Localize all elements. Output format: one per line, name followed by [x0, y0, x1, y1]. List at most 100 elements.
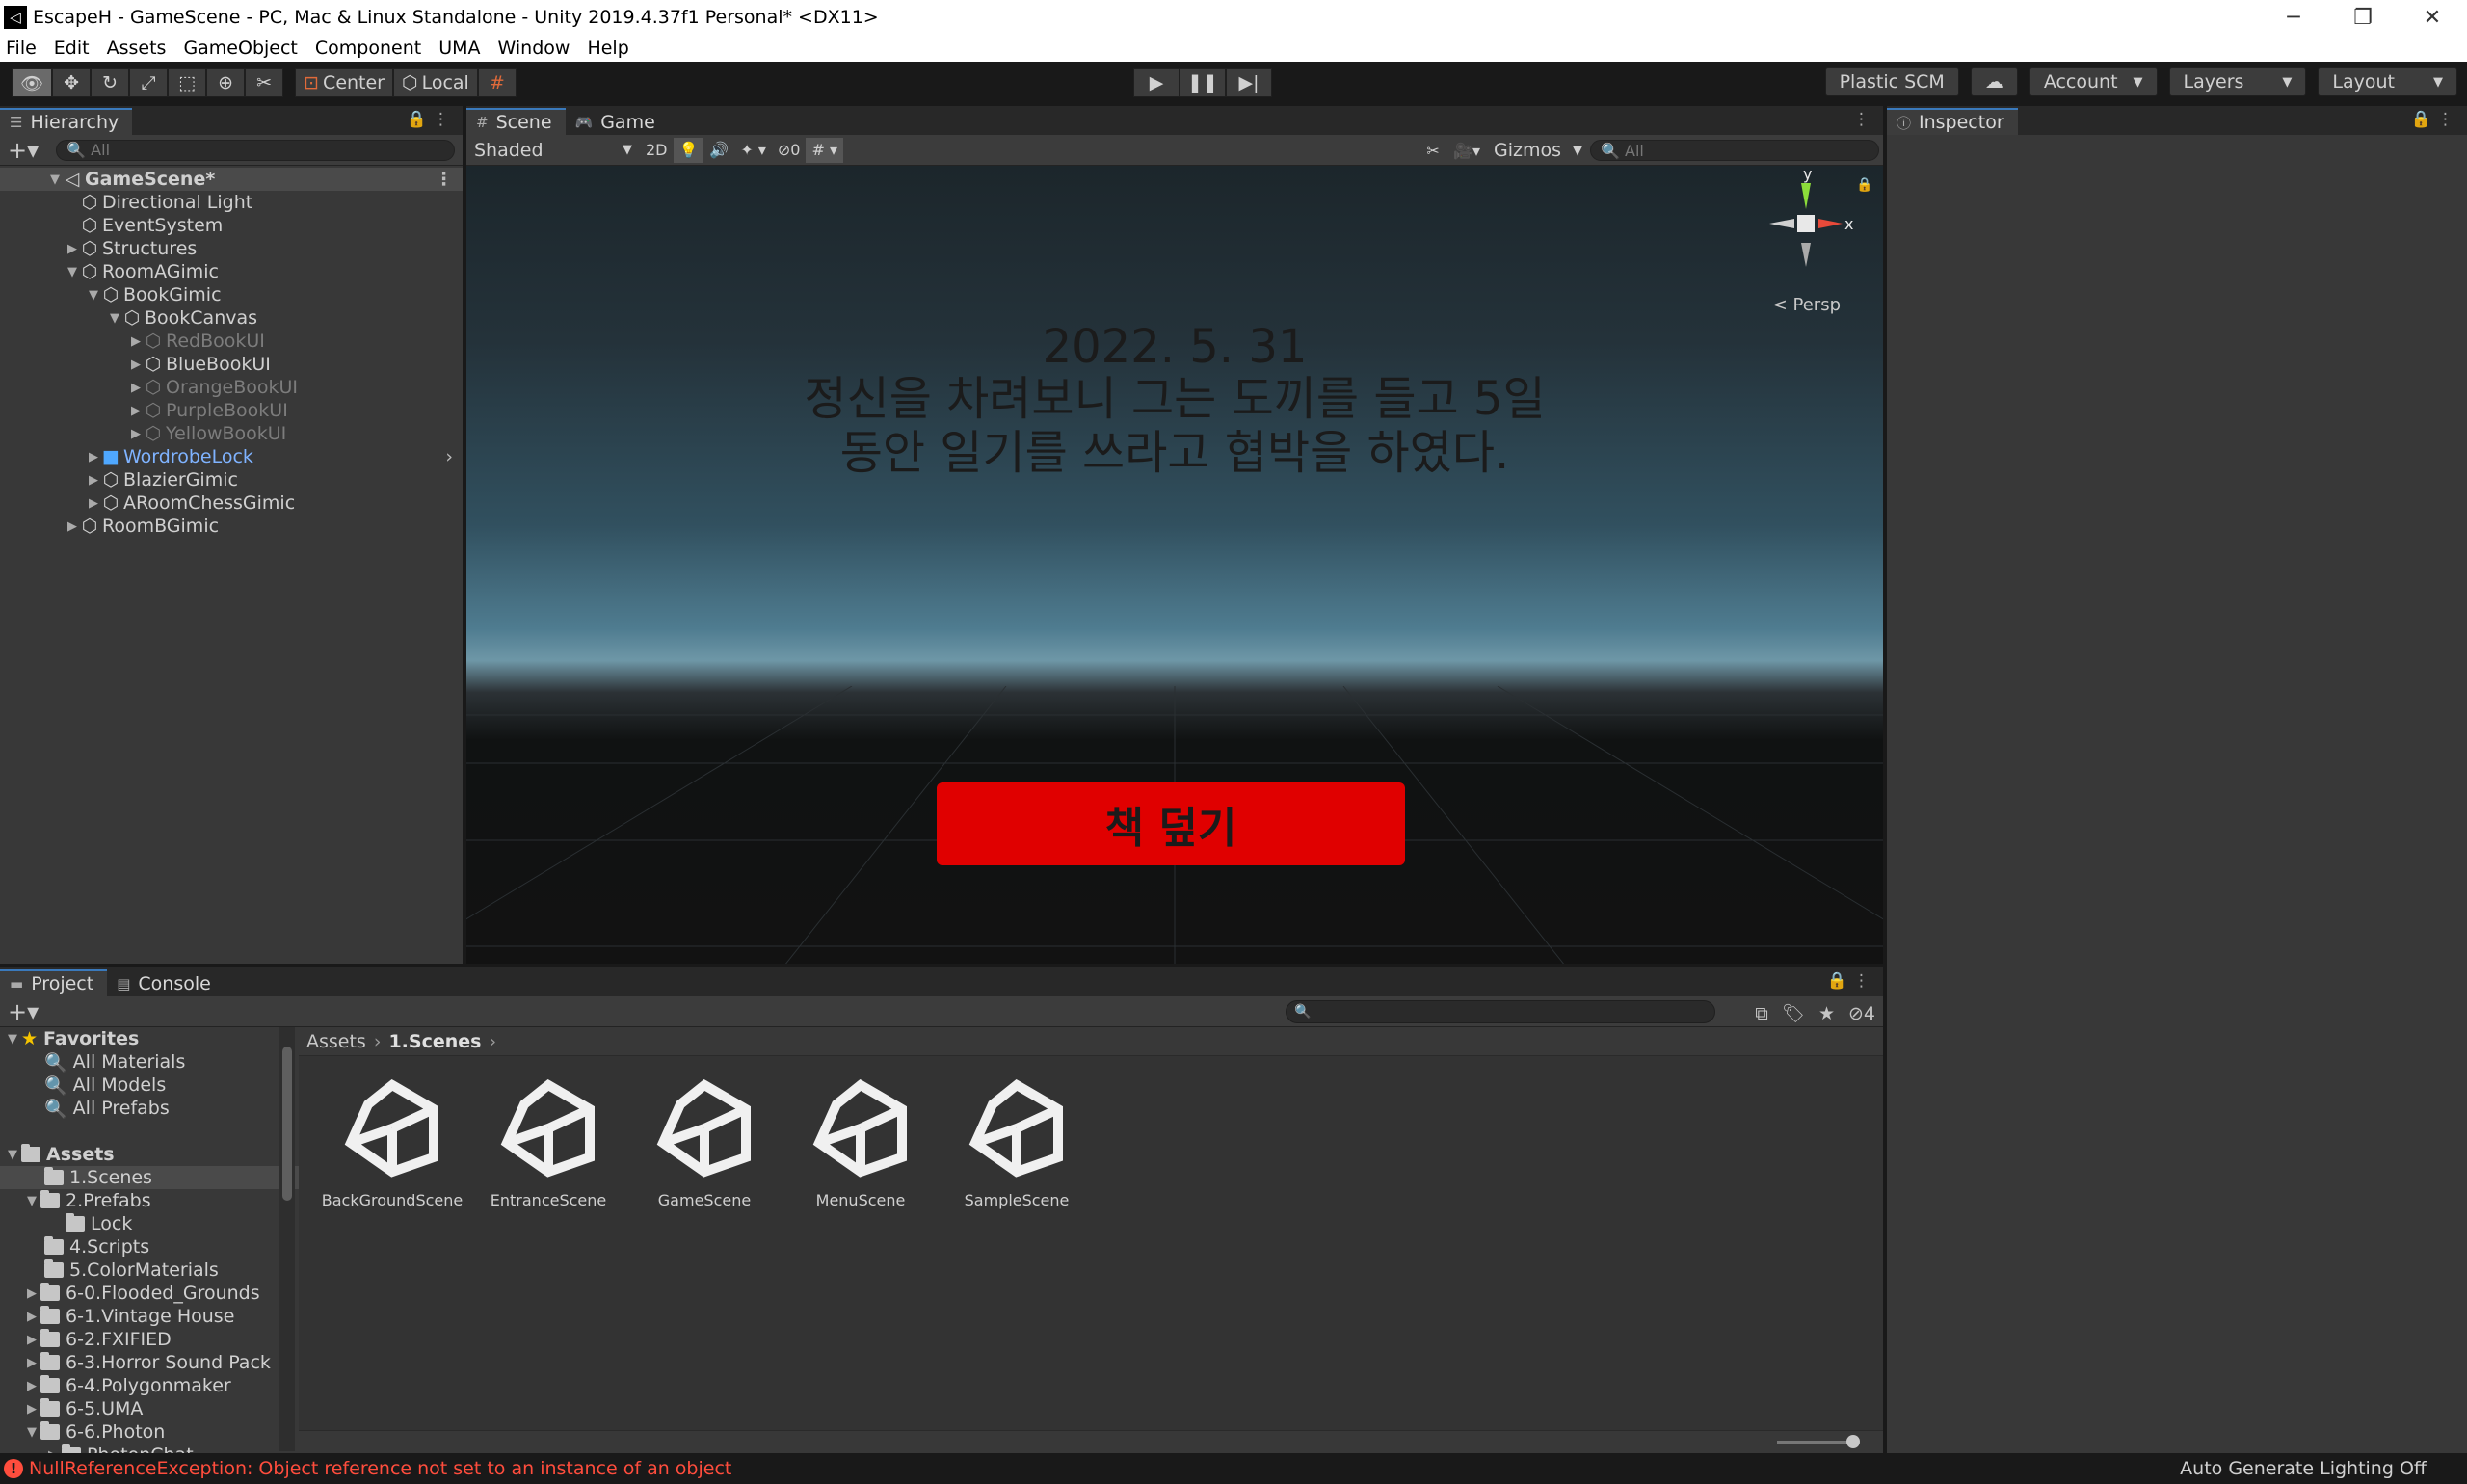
- expand-arrow-icon[interactable]: ▶: [85, 450, 102, 464]
- expand-arrow-icon[interactable]: ▼: [23, 1194, 40, 1208]
- camera-icon[interactable]: 🎥▾: [1447, 138, 1486, 163]
- perspective-label[interactable]: < Persp: [1773, 295, 1841, 315]
- breadcrumb-assets[interactable]: Assets: [306, 1031, 366, 1052]
- gizmos-dropdown[interactable]: Gizmos ▼: [1486, 138, 1590, 163]
- folder-item[interactable]: 5.ColorMaterials: [0, 1259, 299, 1282]
- tree-item[interactable]: ▶ ⬡ BlueBookUI: [0, 353, 463, 376]
- rect-tool-icon[interactable]: ⬚: [168, 68, 207, 97]
- move-tool-icon[interactable]: ✥: [52, 68, 92, 97]
- search-by-type-icon[interactable]: ⧉: [1755, 1003, 1768, 1024]
- gizmo-x-axis[interactable]: [1818, 219, 1843, 228]
- menu-window[interactable]: Window: [498, 38, 570, 59]
- expand-arrow-icon[interactable]: ▶: [127, 334, 145, 349]
- folder-item[interactable]: ▶ 6-2.FXIFIED: [0, 1328, 299, 1351]
- project-search-input[interactable]: 🔍: [1286, 1000, 1715, 1023]
- expand-arrow-icon[interactable]: ▶: [23, 1310, 40, 1324]
- grid-toggle-icon[interactable]: # ▾: [806, 137, 843, 163]
- folder-item[interactable]: ▼ 2.Prefabs: [0, 1189, 299, 1212]
- asset-item[interactable]: GameScene: [626, 1075, 783, 1209]
- shading-mode-dropdown[interactable]: Shaded ▼: [466, 138, 640, 163]
- hidden-packages-toggle[interactable]: ⊘4: [1848, 1003, 1875, 1024]
- tree-item[interactable]: ▶ ⬡ ARoomChessGimic: [0, 491, 463, 515]
- minimize-button[interactable]: ─: [2259, 0, 2328, 35]
- console-error-message[interactable]: NullReferenceException: Object reference…: [29, 1458, 731, 1479]
- scale-tool-icon[interactable]: ⤢: [129, 68, 169, 97]
- tab-hierarchy[interactable]: ☰ Hierarchy: [0, 108, 133, 135]
- expand-arrow-icon[interactable]: ▼: [85, 288, 102, 303]
- tree-item[interactable]: ▶ ⬡ Structures: [0, 237, 463, 260]
- search-by-label-icon[interactable]: 🏷: [1782, 1002, 1805, 1024]
- expand-arrow-icon[interactable]: ▶: [23, 1286, 40, 1301]
- expand-arrow-icon[interactable]: ▶: [23, 1379, 40, 1393]
- restore-button[interactable]: ❐: [2328, 0, 2398, 35]
- menu-component[interactable]: Component: [315, 38, 421, 59]
- breadcrumb-current[interactable]: 1.Scenes: [388, 1031, 481, 1052]
- folder-item[interactable]: ▼ 6-6.Photon: [0, 1420, 299, 1444]
- view-tool-eye-icon[interactable]: 👁: [12, 68, 53, 97]
- lighting-toggle-icon[interactable]: 💡: [673, 137, 704, 163]
- expand-arrow-icon[interactable]: ▶: [85, 473, 102, 488]
- pivot-local-button[interactable]: ⬡ Local: [393, 68, 478, 97]
- folder-item[interactable]: ▶PhotonChat: [0, 1444, 299, 1453]
- cloud-icon[interactable]: ☁: [1970, 67, 2018, 96]
- gizmo-neg-y-axis[interactable]: [1801, 243, 1811, 267]
- favorite-item[interactable]: 🔍 All Models: [0, 1073, 299, 1097]
- menu-uma[interactable]: UMA: [438, 38, 480, 59]
- tree-item-prefab[interactable]: ▶ ■ WordrobeLock ›: [0, 445, 463, 468]
- tree-item[interactable]: ▶ ⬡ OrangeBookUI: [0, 376, 463, 399]
- scrollbar-thumb[interactable]: [282, 1047, 292, 1201]
- folder-tree-scrollbar[interactable]: [279, 1027, 295, 1451]
- menu-file[interactable]: File: [6, 38, 37, 59]
- custom-tool-icon[interactable]: ✂: [245, 68, 284, 97]
- panel-menu-icon[interactable]: 🔒⋮: [2411, 110, 2459, 129]
- expand-arrow-icon[interactable]: ▼: [106, 311, 123, 326]
- play-button[interactable]: ▶: [1133, 68, 1180, 97]
- rotate-tool-icon[interactable]: ↻: [91, 68, 130, 97]
- scene-search-input[interactable]: 🔍 All: [1590, 140, 1879, 161]
- menu-edit[interactable]: Edit: [54, 38, 90, 59]
- expand-arrow-icon[interactable]: ▶: [85, 496, 102, 511]
- scene-viewport[interactable]: 2022. 5. 31 정신을 차려보니 그는 도끼를 들고 5일 동안 일기를…: [466, 166, 1883, 964]
- expand-arrow-icon[interactable]: ▶: [64, 242, 81, 256]
- menu-gameobject[interactable]: GameObject: [183, 38, 297, 59]
- expand-arrow-icon[interactable]: ▶: [127, 358, 145, 372]
- step-button[interactable]: ▶|: [1226, 68, 1272, 97]
- tree-item[interactable]: ▶ ⬡ YellowBookUI: [0, 422, 463, 445]
- favorite-item[interactable]: 🔍 All Prefabs: [0, 1097, 299, 1120]
- favorite-item[interactable]: 🔍 All Materials: [0, 1050, 299, 1073]
- favorite-star-icon[interactable]: ★: [1818, 1003, 1835, 1024]
- expand-arrow-icon[interactable]: ▼: [4, 1032, 21, 1047]
- chevron-right-icon[interactable]: ›: [445, 446, 453, 467]
- slider-knob[interactable]: [1846, 1435, 1860, 1448]
- tree-item[interactable]: ⬡ EventSystem: [0, 214, 463, 237]
- account-dropdown[interactable]: Account ▼: [2029, 67, 2158, 96]
- expand-arrow-icon[interactable]: ▶: [64, 519, 81, 534]
- panel-menu-icon[interactable]: 🔒⋮: [1827, 971, 1875, 991]
- hierarchy-search-input[interactable]: 🔍 All: [56, 139, 455, 161]
- close-button[interactable]: ✕: [2398, 0, 2467, 35]
- tab-console[interactable]: ▤ Console: [107, 969, 225, 996]
- mode-2d-button[interactable]: 2D: [640, 138, 674, 163]
- expand-arrow-icon[interactable]: ▶: [23, 1402, 40, 1417]
- asset-item[interactable]: BackGroundScene: [314, 1075, 470, 1209]
- lock-icon[interactable]: 🔒: [1856, 177, 1872, 193]
- expand-arrow-icon[interactable]: ▶: [127, 381, 145, 395]
- expand-arrow-icon[interactable]: ▶: [23, 1356, 40, 1370]
- gizmo-neg-x-axis[interactable]: [1769, 219, 1794, 228]
- expand-arrow-icon[interactable]: ▶: [23, 1333, 40, 1347]
- tree-item[interactable]: ▼ ⬡ RoomAGimic: [0, 260, 463, 283]
- expand-arrow-icon[interactable]: ▼: [46, 172, 64, 187]
- layout-dropdown[interactable]: Layout ▼: [2318, 67, 2457, 96]
- effects-toggle-icon[interactable]: ✦ ▾: [734, 138, 772, 163]
- transform-tool-icon[interactable]: ⊕: [206, 68, 246, 97]
- expand-arrow-icon[interactable]: ▶: [127, 427, 145, 441]
- favorites-header[interactable]: ▼ ★ Favorites: [0, 1027, 299, 1050]
- expand-arrow-icon[interactable]: ▼: [64, 265, 81, 279]
- tree-item[interactable]: ▶ ⬡ BlazierGimic: [0, 468, 463, 491]
- gizmo-center-cube[interactable]: [1797, 215, 1815, 232]
- folder-item[interactable]: 4.Scripts: [0, 1235, 299, 1259]
- plastic-scm-button[interactable]: Plastic SCM: [1824, 67, 1959, 96]
- audio-toggle-icon[interactable]: 🔊: [703, 138, 734, 163]
- tree-item-scene[interactable]: ▼ ◁ GameScene* ⋮: [0, 168, 463, 191]
- assets-header[interactable]: ▼ Assets: [0, 1143, 299, 1166]
